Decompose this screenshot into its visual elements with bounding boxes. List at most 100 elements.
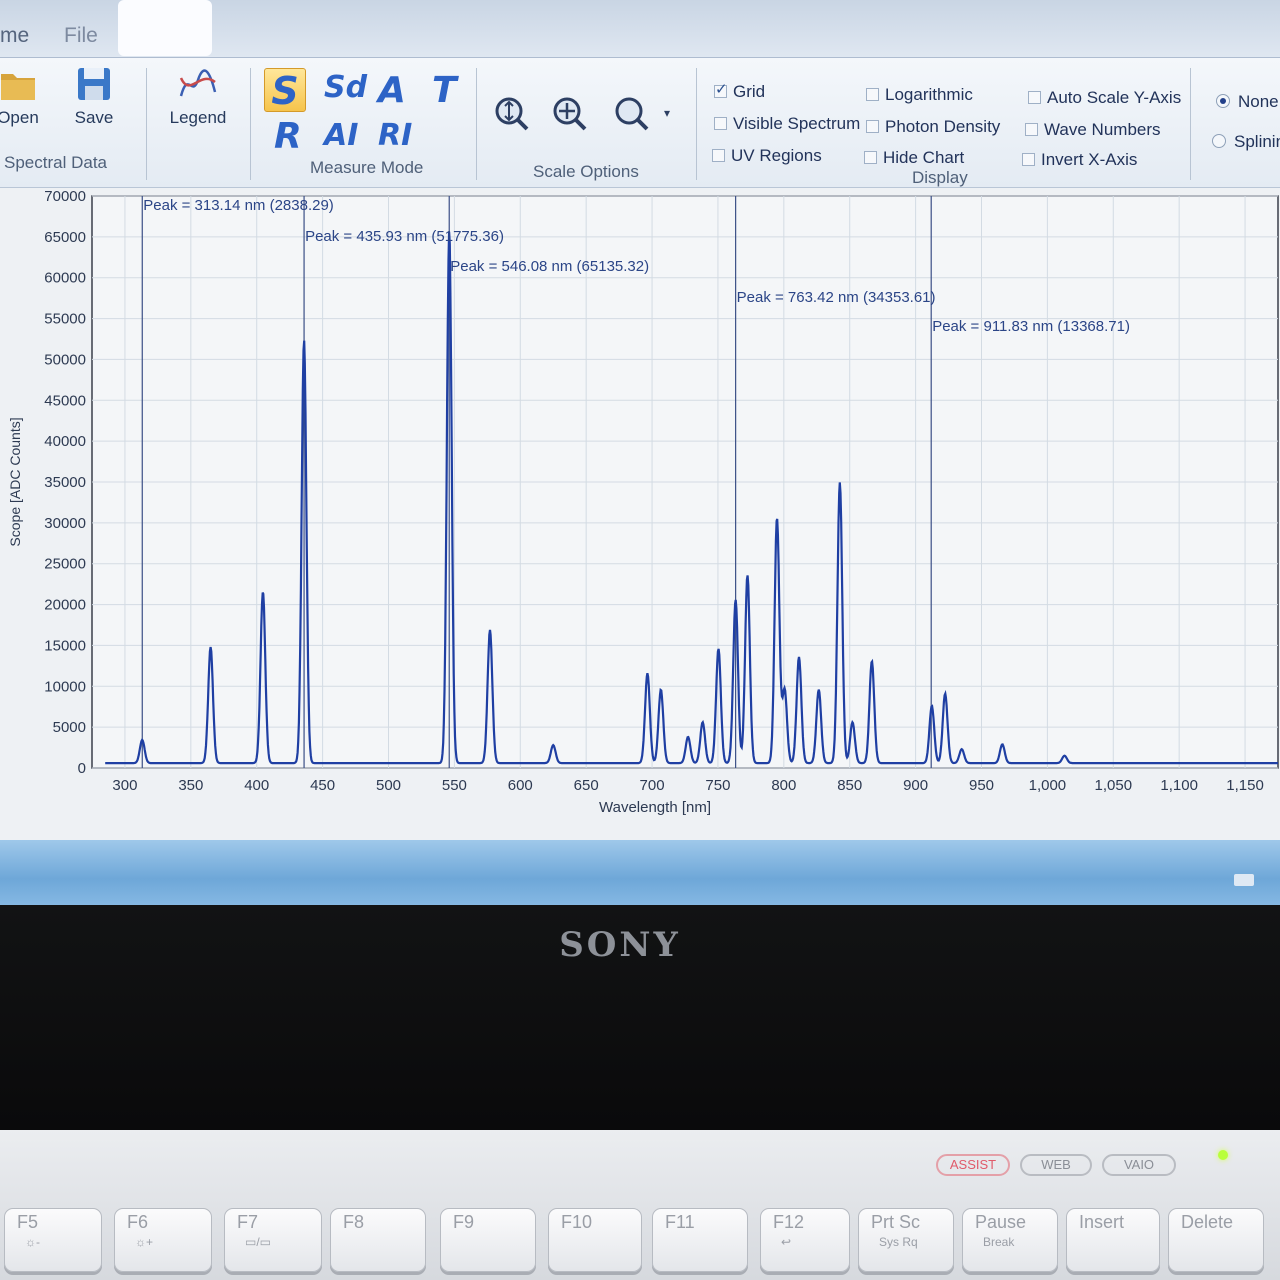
key-f7[interactable]: F7 ▭/▭ <box>224 1208 322 1272</box>
uv-regions-label: UV Regions <box>731 146 822 165</box>
auto-scale-y-checkbox[interactable]: Auto Scale Y-Axis <box>1028 88 1181 108</box>
scale-vertical-icon[interactable] <box>494 96 530 132</box>
visible-spectrum-checkbox[interactable]: Visible Spectrum <box>714 114 860 134</box>
legend-icon <box>179 69 217 97</box>
key-label: Pause <box>975 1212 1027 1232</box>
dropdown-arrow-icon[interactable]: ▾ <box>664 106 670 120</box>
key-label: Delete <box>1181 1212 1234 1232</box>
key-f10[interactable]: F10 <box>548 1208 642 1272</box>
key-label: F8 <box>343 1212 365 1232</box>
x-tick-label: 1,000 <box>1029 777 1067 794</box>
key-sub-label: ☼- <box>25 1235 40 1249</box>
group-label-display: Display <box>912 168 968 187</box>
checkbox-box <box>1028 91 1041 104</box>
measure-mode-s-button[interactable]: S <box>264 68 306 113</box>
ribbon: Open Save Legend Spectral Data S Sd A T … <box>0 58 1280 188</box>
measure-mode-sd-button[interactable]: Sd <box>324 70 367 105</box>
invert-x-axis-label: Invert X-Axis <box>1041 150 1138 169</box>
y-tick-label: 50000 <box>44 351 86 368</box>
brand-logo: SONY <box>559 925 681 965</box>
key-f12[interactable]: F12 ↩ <box>760 1208 850 1272</box>
checkbox-box <box>712 149 725 162</box>
checkbox-box <box>1025 123 1038 136</box>
peak-annotation: Peak = 435.93 nm (51775.36) <box>305 228 504 245</box>
y-tick-label: 15000 <box>44 637 86 654</box>
checkbox-box <box>1022 153 1035 166</box>
y-tick-label: 70000 <box>44 188 86 205</box>
x-tick-label: 950 <box>969 777 994 794</box>
y-tick-label: 10000 <box>44 678 86 695</box>
web-button[interactable]: WEB <box>1020 1154 1092 1176</box>
folder-icon <box>1 74 35 100</box>
interp-none-radio[interactable]: None <box>1216 92 1279 112</box>
vaio-button[interactable]: VAIO <box>1102 1154 1176 1176</box>
key-label: F9 <box>453 1212 475 1232</box>
checkbox-box <box>864 151 877 164</box>
tab-home[interactable]: me <box>0 24 29 48</box>
radio-dot <box>1212 134 1226 148</box>
checkbox-box <box>714 117 727 130</box>
key-f9[interactable]: F9 <box>440 1208 536 1272</box>
open-label: Open <box>0 108 39 127</box>
floppy-disk-icon <box>78 68 110 100</box>
key-f11[interactable]: F11 <box>652 1208 748 1272</box>
measure-mode-a-button[interactable]: A <box>378 70 406 111</box>
hide-chart-checkbox[interactable]: Hide Chart <box>864 148 964 168</box>
laptop-bezel: SONY <box>0 905 1280 1130</box>
measure-mode-t-button[interactable]: T <box>432 70 457 111</box>
x-tick-label: 800 <box>771 777 796 794</box>
measure-mode-ri-button[interactable]: RI <box>378 118 412 153</box>
legend-label: Legend <box>169 108 227 127</box>
open-button[interactable]: Open <box>0 66 42 128</box>
logarithmic-checkbox[interactable]: Logarithmic <box>866 85 973 105</box>
x-tick-label: 300 <box>112 777 137 794</box>
y-tick-label: 20000 <box>44 597 86 614</box>
key-label: F7 <box>237 1212 259 1232</box>
x-tick-label: 1,050 <box>1095 777 1133 794</box>
logarithmic-label: Logarithmic <box>885 85 973 104</box>
x-tick-label: 600 <box>508 777 533 794</box>
key-insert[interactable]: Insert <box>1066 1208 1160 1272</box>
photon-density-checkbox[interactable]: Photon Density <box>866 117 1000 137</box>
key-sub-label: ↩ <box>781 1235 792 1249</box>
wave-numbers-checkbox[interactable]: Wave Numbers <box>1025 120 1161 140</box>
invert-x-axis-checkbox[interactable]: Invert X-Axis <box>1022 150 1137 170</box>
grid-label: Grid <box>733 82 766 101</box>
checkbox-box <box>866 88 879 101</box>
peak-annotation: Peak = 546.08 nm (65135.32) <box>450 258 649 275</box>
y-tick-label: 25000 <box>44 556 86 573</box>
key-f5[interactable]: F5 ☼- <box>4 1208 102 1272</box>
key-f6[interactable]: F6 ☼+ <box>114 1208 212 1272</box>
uv-regions-checkbox[interactable]: UV Regions <box>712 146 822 166</box>
measure-mode-r-button[interactable]: R <box>274 116 302 157</box>
key-delete[interactable]: Delete <box>1168 1208 1264 1272</box>
interp-spline-radio[interactable]: Splining <box>1212 132 1280 152</box>
assist-button[interactable]: ASSIST <box>936 1154 1010 1176</box>
key-label: F5 <box>17 1212 39 1232</box>
spectrum-chart[interactable]: 0 5000 10000 15000 20000 25000 30000 35000 40000… <box>0 188 1280 840</box>
measure-mode-ai-button[interactable]: AI <box>324 118 358 153</box>
interp-spline-label: Splining <box>1234 132 1280 151</box>
zoom-in-icon[interactable] <box>552 96 588 132</box>
tab-file[interactable]: File <box>64 24 98 48</box>
checkbox-box <box>866 120 879 133</box>
hide-chart-label: Hide Chart <box>883 148 965 167</box>
key-f8[interactable]: F8 <box>330 1208 426 1272</box>
y-tick-label: 30000 <box>44 515 86 532</box>
interp-none-label: None <box>1238 92 1279 111</box>
group-label-spectral-data: Spectral Data <box>4 153 107 172</box>
taskbar <box>0 840 1280 905</box>
photon-density-label: Photon Density <box>885 117 1001 136</box>
key-label: Insert <box>1079 1212 1125 1232</box>
y-tick-label: 35000 <box>44 474 86 491</box>
tray-icon[interactable] <box>1234 874 1254 886</box>
legend-button[interactable]: Legend <box>166 68 230 128</box>
key-prt-sc[interactable]: Prt Sc Sys Rq <box>858 1208 954 1272</box>
save-button[interactable]: Save <box>70 66 118 128</box>
y-tick-label: 45000 <box>44 392 86 409</box>
key-label: F6 <box>127 1212 149 1232</box>
x-tick-label: 1,100 <box>1160 777 1198 794</box>
grid-checkbox[interactable]: Grid <box>714 80 766 102</box>
key-pause[interactable]: Pause Break <box>962 1208 1058 1272</box>
zoom-reset-icon[interactable] <box>614 96 650 132</box>
